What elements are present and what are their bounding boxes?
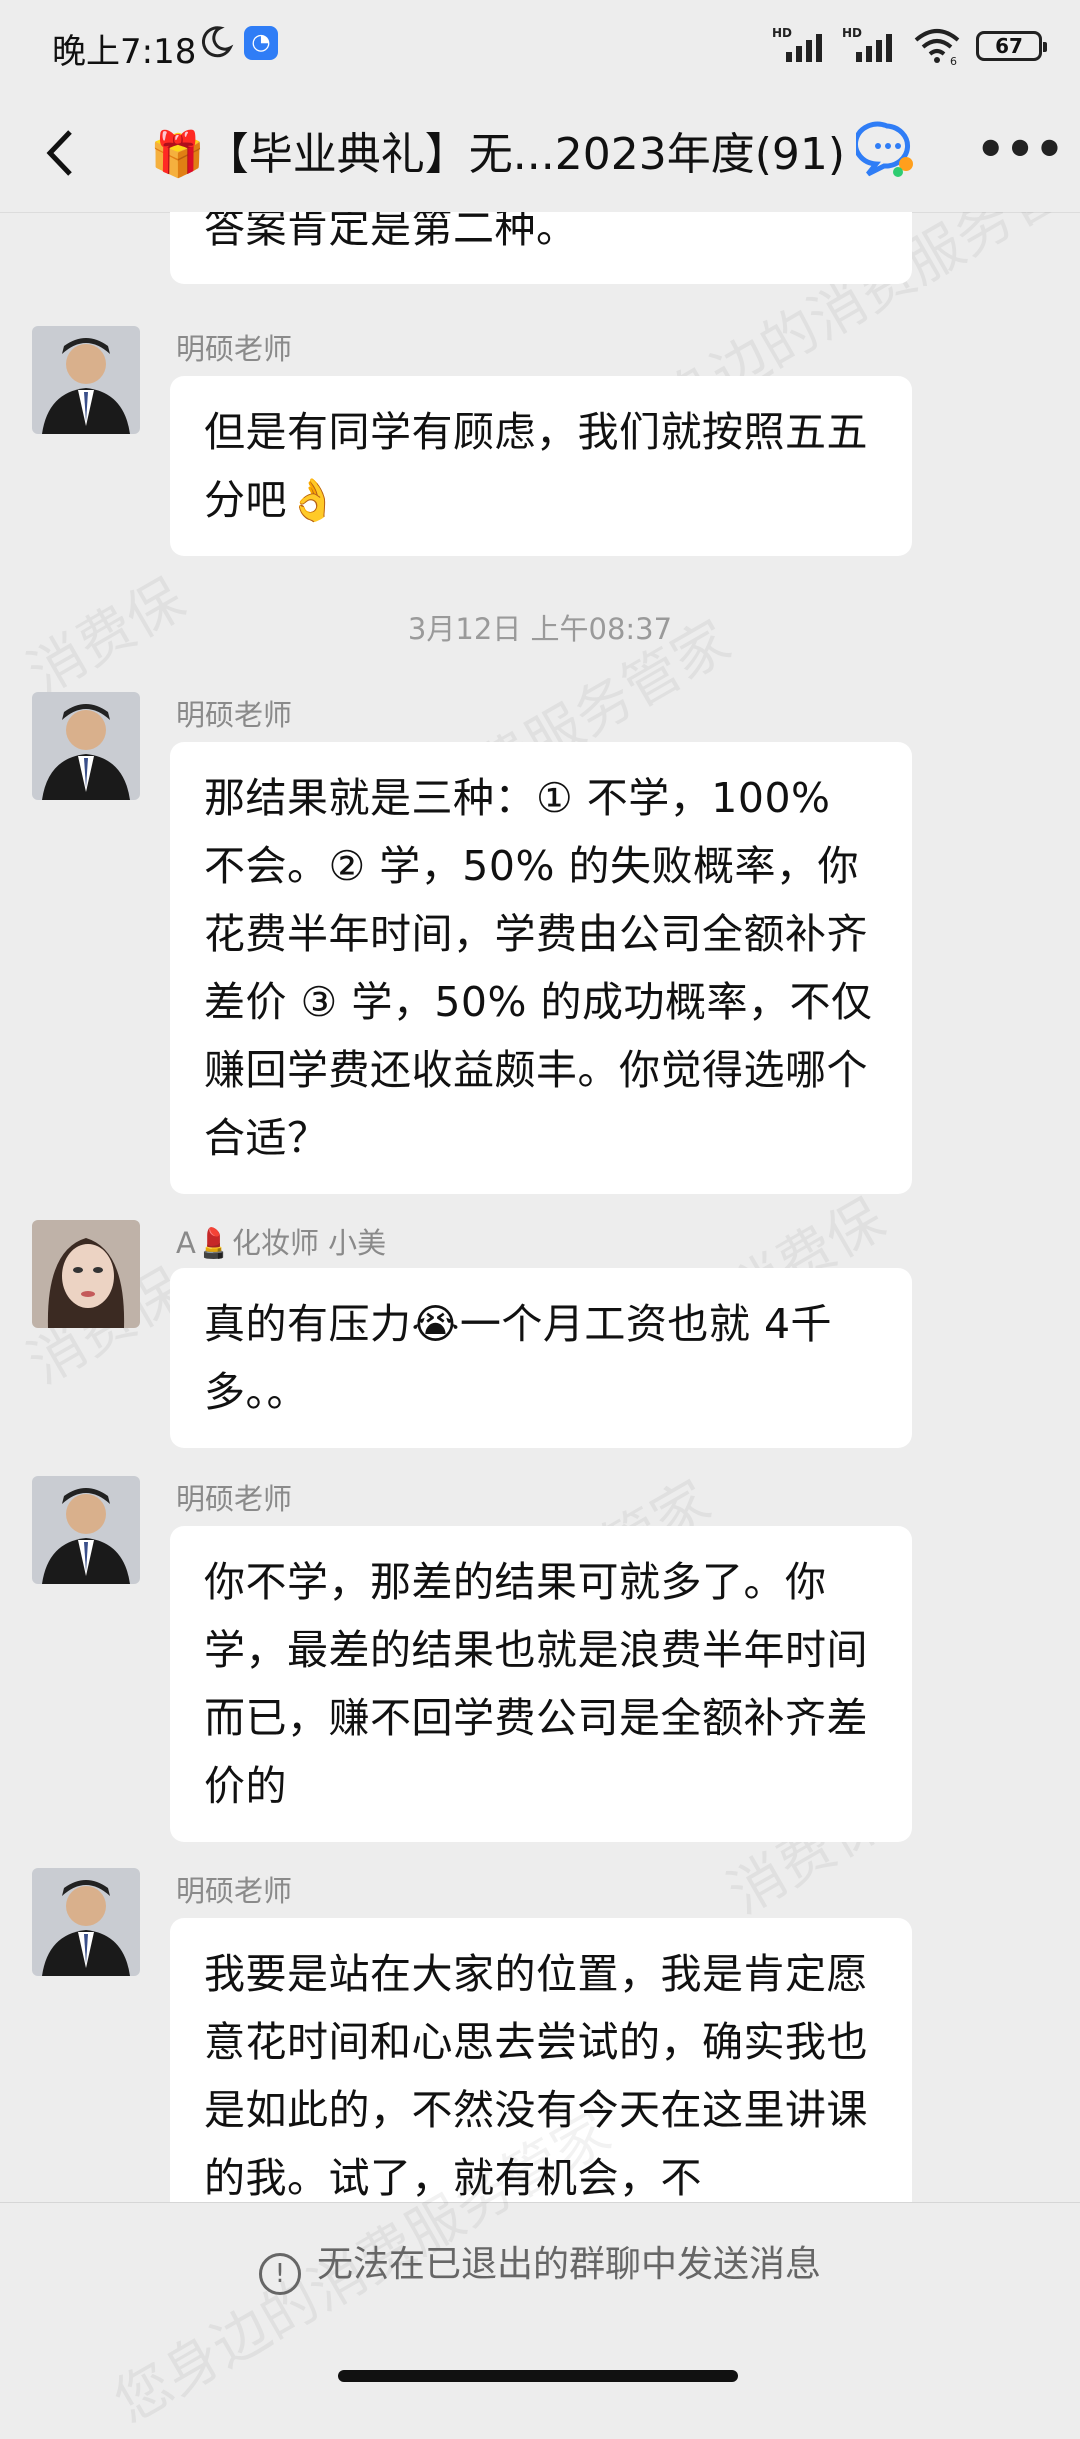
svg-text:6: 6	[950, 55, 957, 66]
sender-name: 明硕老师	[176, 1874, 293, 1908]
avatar-teacher[interactable]	[32, 692, 140, 800]
avatar-makeup-artist[interactable]	[32, 1220, 140, 1328]
message-text: 我要是站在大家的位置，我是肯定愿意花时间和心思去尝试的，确实我也是如此的，不然没…	[204, 1950, 868, 2202]
sender-name: 明硕老师	[176, 332, 293, 366]
message-text: 但是有同学有顾虑，我们就按照五五分吧👌	[204, 408, 868, 524]
signal-icon: HD	[772, 26, 828, 66]
wifi-icon: 6	[914, 29, 960, 66]
time-separator: 3月12日 上午08:37	[407, 612, 673, 646]
avatar-teacher[interactable]	[32, 326, 140, 434]
chat-title-text: 【毕业典礼】无...2023年度(91)	[204, 129, 846, 180]
status-time: 晚上7:18	[52, 32, 197, 72]
input-bar-disabled: 您身边的消费服务管家 ! 无法在已退出的群聊中发送消息	[0, 2100, 1080, 2436]
signal-icon-2: HD	[842, 26, 898, 66]
message-bubble[interactable]: 但是有同学有顾虑，我们就按照五五分吧👌	[170, 376, 912, 556]
sender-name: A💄化妆师 小美	[176, 1226, 387, 1260]
message-list[interactable]: 您身边的消费服务管家 消费保 您身边的消费服务管家 消费保 消费保 您身边的消费…	[0, 212, 1080, 2202]
moon-icon	[201, 26, 234, 58]
message-bubble[interactable]: 答案肯定是第二种。	[170, 212, 912, 284]
sender-name: 明硕老师	[176, 698, 293, 732]
gift-icon: 🎁	[150, 129, 205, 180]
message-bubble[interactable]: 那结果就是三种：① 不学，100% 不会。② 学，50% 的失败概率，你花费半年…	[170, 742, 912, 1194]
avatar-teacher[interactable]	[32, 1868, 140, 1976]
back-arrow-icon[interactable]	[32, 118, 92, 188]
message-text: 你不学，那差的结果可就多了。你学，最差的结果也就是浪费半年时间而已，赚不回学费公…	[204, 1558, 868, 1810]
exit-notice: ! 无法在已退出的群聊中发送消息	[0, 2235, 1080, 2295]
status-bar: 晚上7:18 ◔ HD HD 6 67	[0, 0, 1080, 96]
message-text: 真的有压力😭一个月工资也就 4千多。。	[204, 1300, 833, 1416]
info-icon: !	[258, 2253, 301, 2295]
chat-search-icon[interactable]	[856, 118, 918, 180]
battery-icon: 67	[976, 31, 1047, 61]
sender-name: 明硕老师	[176, 1482, 293, 1516]
exit-notice-text: 无法在已退出的群聊中发送消息	[316, 2244, 821, 2285]
message-bubble[interactable]: 我要是站在大家的位置，我是肯定愿意花时间和心思去尝试的，确实我也是如此的，不然没…	[170, 1918, 912, 2202]
message-bubble[interactable]: 你不学，那差的结果可就多了。你学，最差的结果也就是浪费半年时间而已，赚不回学费公…	[170, 1526, 912, 1842]
message-text: 那结果就是三种：① 不学，100% 不会。② 学，50% 的失败概率，你花费半年…	[204, 774, 873, 1162]
app-notification-icon: ◔	[244, 26, 278, 60]
message-text: 答案肯定是第二种。	[204, 212, 578, 252]
more-options-icon[interactable]: •••	[976, 124, 1064, 184]
avatar-teacher[interactable]	[32, 1476, 140, 1584]
message-bubble[interactable]: 真的有压力😭一个月工资也就 4千多。。	[170, 1268, 912, 1448]
home-indicator[interactable]	[338, 2370, 738, 2382]
chat-title: 🎁【毕业典礼】无...2023年度(91)	[150, 118, 845, 182]
chat-header: 🎁【毕业典礼】无...2023年度(91) •••	[0, 96, 1080, 213]
